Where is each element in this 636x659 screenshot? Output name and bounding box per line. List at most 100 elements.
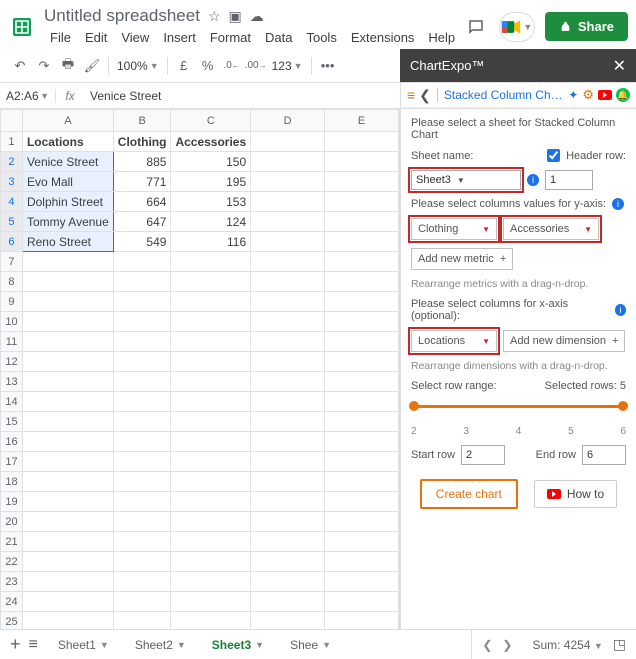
meet-button[interactable]: ▼ — [499, 12, 535, 42]
cell[interactable]: 549 — [113, 232, 171, 252]
cell[interactable] — [22, 432, 113, 452]
row-header[interactable]: 23 — [1, 572, 23, 592]
scroll-left-icon[interactable]: ❮ — [482, 638, 492, 652]
cell[interactable] — [171, 452, 251, 472]
cell[interactable] — [22, 412, 113, 432]
close-panel-icon[interactable]: ✕ — [613, 56, 626, 76]
cell[interactable] — [251, 492, 325, 512]
menu-extensions[interactable]: Extensions — [345, 28, 421, 47]
column-header[interactable]: E — [325, 110, 399, 132]
cell[interactable] — [22, 552, 113, 572]
cell[interactable] — [251, 152, 325, 172]
explore-icon[interactable]: ◳ — [613, 636, 626, 653]
cell[interactable] — [325, 132, 399, 152]
row-header[interactable]: 4 — [1, 192, 23, 212]
menu-view[interactable]: View — [115, 28, 155, 47]
cell[interactable] — [251, 232, 325, 252]
row-header[interactable]: 17 — [1, 452, 23, 472]
cell[interactable] — [113, 532, 171, 552]
cell[interactable] — [171, 612, 251, 630]
info-icon[interactable]: i — [615, 304, 626, 316]
cell[interactable] — [325, 372, 399, 392]
cell[interactable]: Evo Mall — [22, 172, 113, 192]
cell[interactable]: Tommy Avenue — [22, 212, 113, 232]
cell[interactable] — [325, 252, 399, 272]
cell[interactable] — [325, 232, 399, 252]
cell[interactable] — [251, 472, 325, 492]
cell[interactable] — [22, 492, 113, 512]
cell[interactable] — [171, 332, 251, 352]
cell[interactable] — [22, 612, 113, 630]
sheet-tab[interactable]: Sheet3▼ — [200, 633, 276, 657]
cell[interactable] — [251, 372, 325, 392]
cell[interactable] — [22, 292, 113, 312]
paint-format-icon[interactable]: 🖌 — [80, 54, 104, 78]
cell[interactable] — [251, 572, 325, 592]
cell[interactable] — [325, 192, 399, 212]
row-header[interactable]: 19 — [1, 492, 23, 512]
cell[interactable] — [325, 472, 399, 492]
cell[interactable] — [251, 252, 325, 272]
cell[interactable]: Accessories — [171, 132, 251, 152]
cell[interactable]: 647 — [113, 212, 171, 232]
cell[interactable] — [113, 352, 171, 372]
row-header[interactable]: 13 — [1, 372, 23, 392]
cell[interactable] — [113, 512, 171, 532]
cell[interactable] — [325, 152, 399, 172]
cell[interactable] — [325, 172, 399, 192]
cell[interactable] — [251, 612, 325, 630]
cell[interactable] — [171, 572, 251, 592]
row-header[interactable]: 24 — [1, 592, 23, 612]
cell[interactable] — [251, 452, 325, 472]
row-header[interactable]: 5 — [1, 212, 23, 232]
cell[interactable] — [113, 292, 171, 312]
cell[interactable] — [325, 332, 399, 352]
dimension-locations[interactable]: Locations▼ — [411, 330, 497, 352]
cell[interactable] — [113, 412, 171, 432]
column-header[interactable]: A — [22, 110, 113, 132]
cell[interactable] — [251, 352, 325, 372]
start-row-input[interactable]: 2 — [461, 445, 505, 465]
row-header[interactable]: 7 — [1, 252, 23, 272]
cell[interactable] — [113, 612, 171, 630]
row-header[interactable]: 9 — [1, 292, 23, 312]
redo-icon[interactable]: ↷ — [32, 54, 56, 78]
cell[interactable] — [113, 432, 171, 452]
youtube-icon[interactable] — [598, 90, 612, 100]
decrease-decimal-icon[interactable]: .0← — [220, 54, 244, 78]
hamburger-icon[interactable]: ≡ — [407, 87, 415, 103]
cell[interactable] — [171, 352, 251, 372]
cell[interactable] — [325, 312, 399, 332]
cell[interactable] — [22, 512, 113, 532]
cell[interactable] — [251, 172, 325, 192]
cell[interactable] — [171, 412, 251, 432]
cell[interactable] — [325, 492, 399, 512]
column-header[interactable]: C — [171, 110, 251, 132]
menu-help[interactable]: Help — [422, 28, 461, 47]
cell[interactable] — [171, 252, 251, 272]
create-chart-button[interactable]: Create chart — [420, 479, 518, 509]
row-header[interactable]: 16 — [1, 432, 23, 452]
column-header[interactable]: D — [251, 110, 325, 132]
menu-file[interactable]: File — [44, 28, 77, 47]
cell[interactable] — [22, 572, 113, 592]
undo-icon[interactable]: ↶ — [8, 54, 32, 78]
row-header[interactable]: 14 — [1, 392, 23, 412]
cell[interactable] — [325, 512, 399, 532]
row-header[interactable]: 22 — [1, 552, 23, 572]
cell[interactable] — [113, 592, 171, 612]
cell[interactable] — [325, 392, 399, 412]
cell[interactable] — [113, 452, 171, 472]
row-header[interactable]: 3 — [1, 172, 23, 192]
cell[interactable] — [251, 292, 325, 312]
cell[interactable] — [251, 512, 325, 532]
cell[interactable] — [171, 532, 251, 552]
cell[interactable]: 885 — [113, 152, 171, 172]
row-header[interactable]: 1 — [1, 132, 23, 152]
cell[interactable] — [171, 432, 251, 452]
header-row-checkbox[interactable]: Header row: — [547, 149, 626, 162]
cell[interactable]: Venice Street — [22, 152, 113, 172]
row-header[interactable]: 11 — [1, 332, 23, 352]
settings-icon[interactable]: ⚙ — [582, 87, 594, 103]
cell[interactable] — [113, 372, 171, 392]
